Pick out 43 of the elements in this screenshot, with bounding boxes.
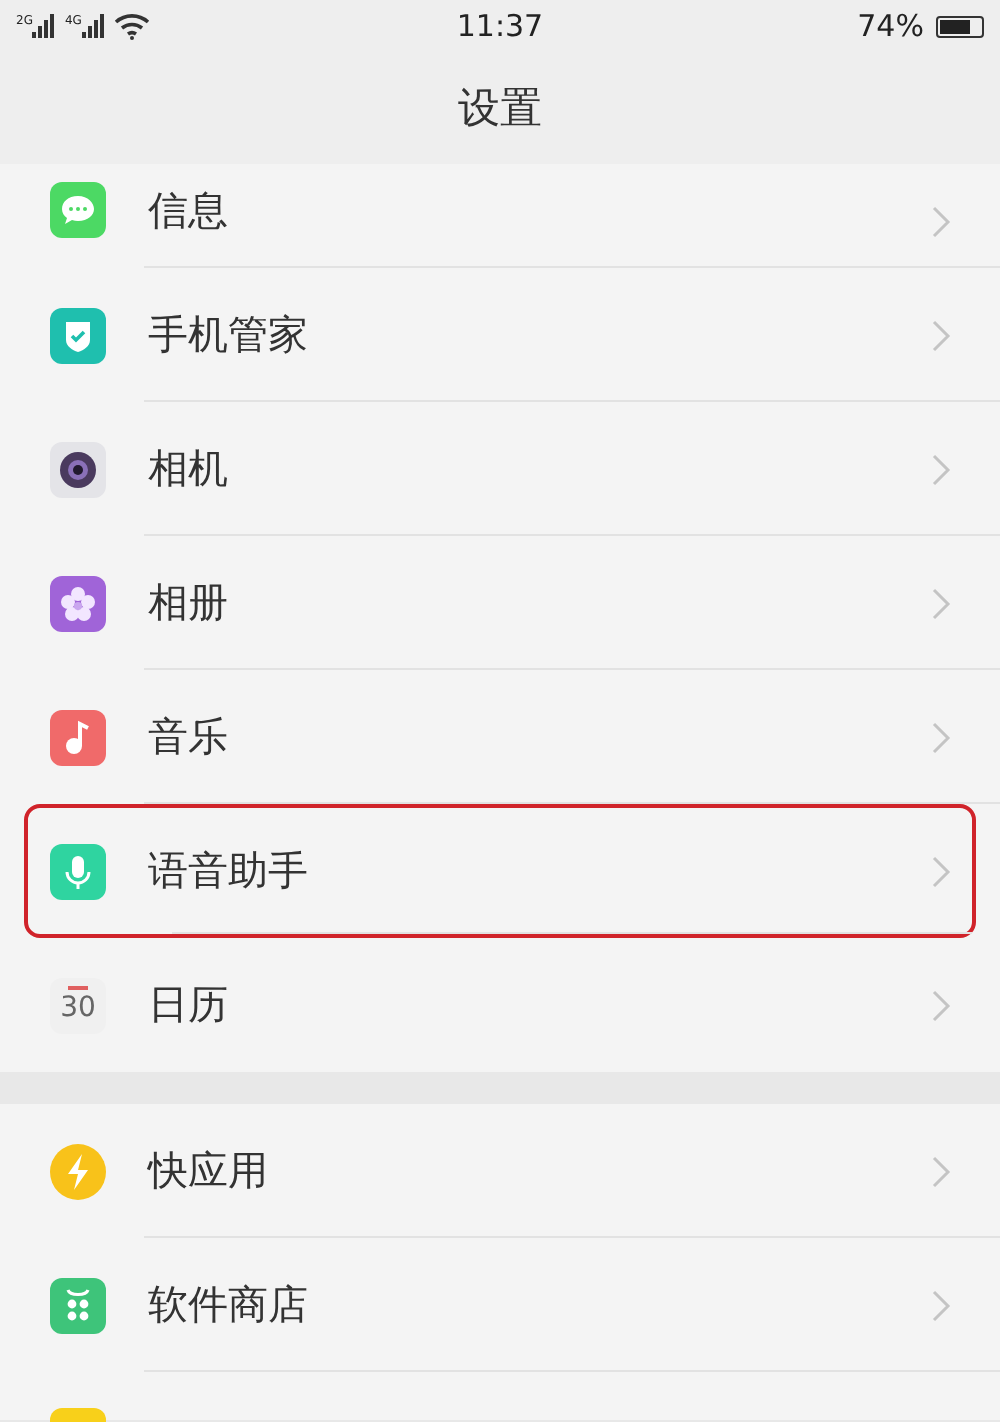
item-label: 手机管家 [148, 308, 310, 362]
chevron-right-icon [932, 1155, 952, 1187]
wifi-icon [113, 12, 150, 40]
music-note-icon [50, 709, 106, 765]
chevron-right-icon [932, 319, 952, 351]
item-label: 音乐 [148, 710, 230, 764]
signal-icon [81, 14, 106, 38]
item-label: 日历 [148, 978, 230, 1032]
settings-item[interactable]: 相册 [0, 536, 1000, 670]
calendar-icon: 30 [50, 977, 106, 1033]
settings-item[interactable]: 手机管家 [0, 268, 1000, 402]
chevron-right-icon [932, 721, 952, 753]
settings-item[interactable]: 30 日历 [0, 938, 1000, 1072]
item-label: 相册 [148, 576, 230, 630]
item-label: 语音助手 [148, 844, 310, 898]
chat-bubble-icon [50, 182, 106, 238]
settings-item[interactable]: 快应用 [0, 1104, 1000, 1238]
item-label: 信息 [148, 184, 230, 238]
flower-icon [50, 575, 106, 631]
page-title: 设置 [458, 82, 542, 136]
item-label: 快应用 [148, 1144, 270, 1198]
chevron-right-icon [932, 206, 952, 238]
app-store-icon [50, 1277, 106, 1333]
battery-icon [935, 15, 984, 37]
signal-icon [32, 14, 57, 38]
chevron-right-icon [932, 989, 952, 1021]
item-label: 软件商店 [148, 1278, 310, 1332]
settings-item[interactable]: 软件商店 [0, 1238, 1000, 1372]
camera-lens-icon [50, 441, 106, 497]
microphone-icon [50, 843, 106, 899]
battery-percent: 74% [857, 8, 924, 44]
shield-icon [50, 307, 106, 363]
lightning-icon [50, 1143, 106, 1199]
clock-time: 11:37 [456, 8, 544, 44]
settings-item[interactable]: 信息 [0, 164, 1000, 268]
chevron-right-icon [932, 855, 952, 887]
settings-item[interactable]: 相机 [0, 402, 1000, 536]
chevron-right-icon [932, 1289, 952, 1321]
chevron-right-icon [932, 453, 952, 485]
settings-item[interactable]: 音乐 [0, 670, 1000, 804]
chevron-right-icon [932, 587, 952, 619]
settings-item[interactable]: 语音助手 [24, 804, 976, 938]
item-label: 相机 [148, 442, 230, 496]
